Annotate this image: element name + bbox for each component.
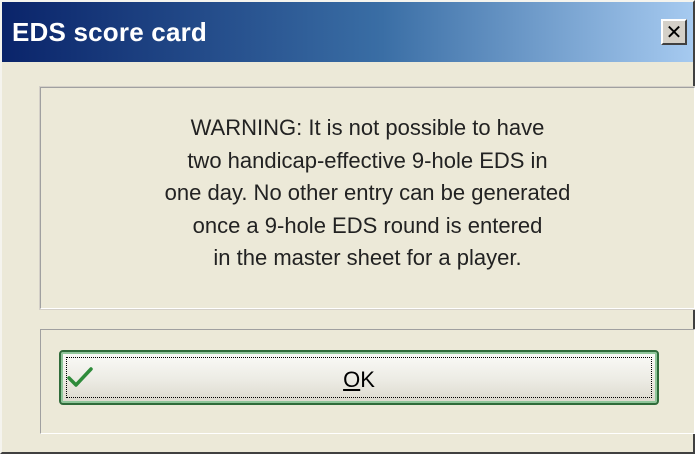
dialog-window: EDS score card ✕ WARNING: It is not poss… <box>0 0 695 454</box>
ok-button[interactable]: OK <box>59 350 659 405</box>
title-bar[interactable]: EDS score card ✕ <box>2 2 693 62</box>
button-panel: OK <box>40 329 695 434</box>
ok-label-rest: K <box>360 367 375 392</box>
warning-message: WARNING: It is not possible to have two … <box>164 115 571 270</box>
message-panel: WARNING: It is not possible to have two … <box>39 86 695 310</box>
window-title: EDS score card <box>12 17 208 47</box>
close-button[interactable]: ✕ <box>661 19 687 45</box>
ok-mnemonic: O <box>343 367 361 392</box>
ok-button-label: OK <box>61 367 657 393</box>
close-icon: ✕ <box>665 20 683 44</box>
